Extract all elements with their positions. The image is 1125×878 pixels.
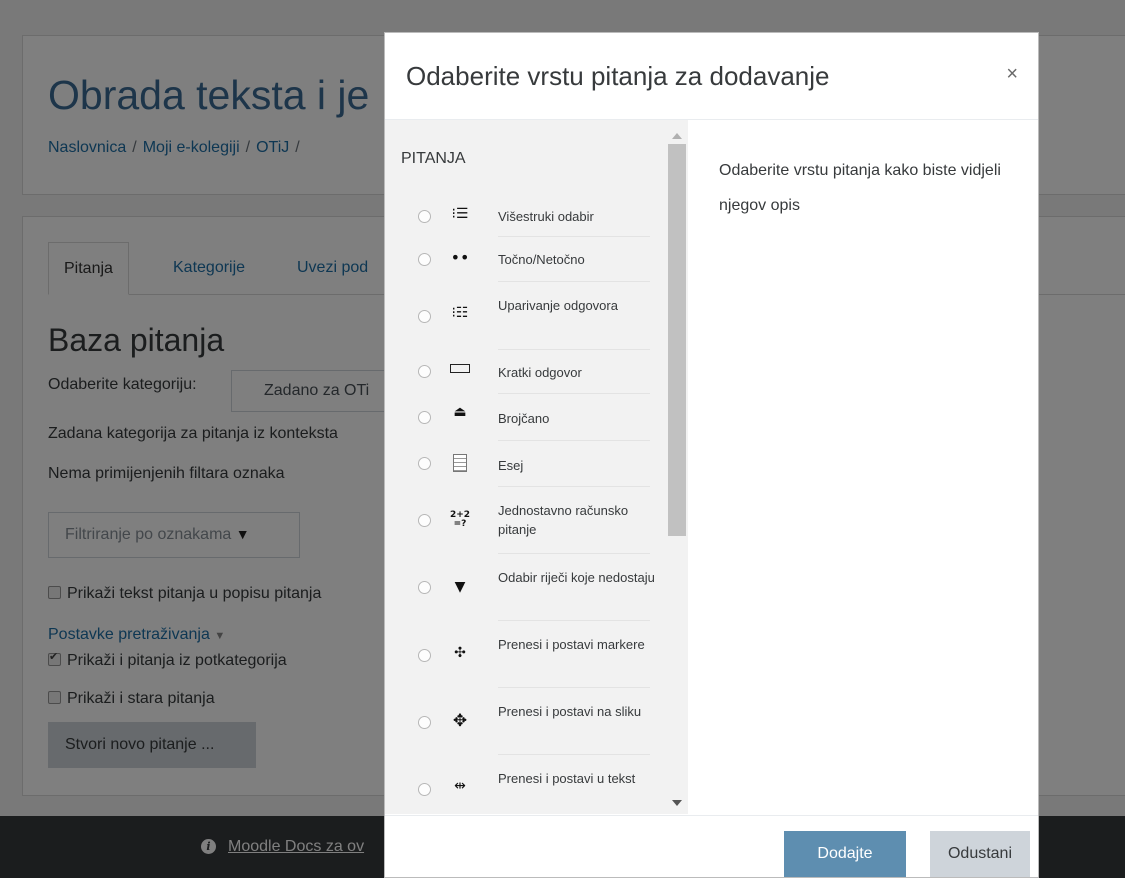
select-missing-words-icon: ▼ (454, 579, 466, 595)
matching-icon: ⁝☷ (451, 305, 469, 321)
truefalse-icon: •• (450, 248, 470, 267)
qtype-label: Esej (498, 458, 524, 473)
qtype-shortanswer[interactable]: Kratki odgovor (385, 350, 668, 394)
question-type-dialog: Odaberite vrstu pitanja za dodavanje × P… (384, 32, 1039, 878)
qtype-label: Prenesi i postavi u tekst (498, 771, 636, 786)
qtype-label: Brojčano (498, 411, 550, 426)
radio-button[interactable] (418, 783, 431, 796)
dialog-title: Odaberite vrstu pitanja za dodavanje (406, 61, 830, 91)
radio-button[interactable] (418, 514, 431, 527)
list-heading: PITANJA (401, 150, 466, 167)
radio-button[interactable] (418, 253, 431, 266)
qtype-matching[interactable]: ⁝☷ Uparivanje odgovora (385, 282, 668, 350)
radio-button[interactable] (418, 210, 431, 223)
question-type-list: PITANJA ⁝☰ Višestruki odabir •• Točno/Ne… (385, 120, 688, 814)
add-button[interactable]: Dodajte (784, 831, 906, 877)
qtype-calculated-simple[interactable]: 2+2 =? Jednostavno računsko pitanje (385, 487, 668, 554)
radio-button[interactable] (418, 649, 431, 662)
scroll-up-arrow-icon[interactable] (672, 133, 682, 139)
shortanswer-icon (449, 362, 471, 378)
drag-drop-image-icon: ✥ (452, 711, 468, 731)
dialog-header: Odaberite vrstu pitanja za dodavanje × (385, 33, 1038, 120)
scroll-down-arrow-icon[interactable] (672, 800, 682, 806)
qtype-label: Višestruki odabir (498, 209, 594, 224)
multichoice-icon: ⁝☰ (451, 206, 469, 222)
scrollbar-thumb[interactable] (668, 144, 686, 536)
radio-button[interactable] (418, 411, 431, 424)
calculated-simple-icon: 2+2 =? (449, 510, 471, 529)
qtype-drag-drop-image[interactable]: ✥ Prenesi i postavi na sliku (385, 688, 668, 755)
qtype-label: Uparivanje odgovora (498, 298, 618, 313)
radio-button[interactable] (418, 581, 431, 594)
drag-drop-markers-icon: ✣ (454, 645, 466, 661)
radio-button[interactable] (418, 365, 431, 378)
qtype-numerical[interactable]: ⏏ Brojčano (385, 394, 668, 441)
essay-icon (449, 452, 471, 474)
qtype-essay[interactable]: Esej (385, 441, 668, 487)
qtype-label: Prenesi i postavi markere (498, 637, 645, 652)
qtype-label: Prenesi i postavi na sliku (498, 704, 642, 719)
qtype-label: Kratki odgovor (498, 365, 582, 380)
radio-button[interactable] (418, 457, 431, 470)
dialog-footer: Dodajte Odustani (385, 815, 1038, 877)
qtype-label: Jednostavno računsko pitanje (498, 503, 629, 537)
qtype-truefalse[interactable]: •• Točno/Netočno (385, 237, 668, 282)
question-type-description: Odaberite vrstu pitanja kako biste vidje… (719, 162, 1001, 214)
close-icon[interactable]: × (1006, 63, 1018, 86)
cancel-button[interactable]: Odustani (930, 831, 1030, 877)
qtype-select-missing-words[interactable]: ▼ Odabir riječi koje nedostaju (385, 554, 668, 621)
radio-button[interactable] (418, 310, 431, 323)
numerical-icon: ⏏ (453, 404, 467, 420)
qtype-drag-drop-markers[interactable]: ✣ Prenesi i postavi markere (385, 621, 668, 688)
qtype-multichoice[interactable]: ⁝☰ Višestruki odabir (385, 195, 668, 237)
qtype-drag-drop-text[interactable]: ⇹ Prenesi i postavi u tekst (385, 755, 668, 814)
qtype-label: Točno/Netočno (498, 252, 585, 267)
drag-drop-text-icon: ⇹ (454, 778, 466, 794)
radio-button[interactable] (418, 716, 431, 729)
qtype-label: Odabir riječi koje nedostaju (498, 570, 655, 585)
